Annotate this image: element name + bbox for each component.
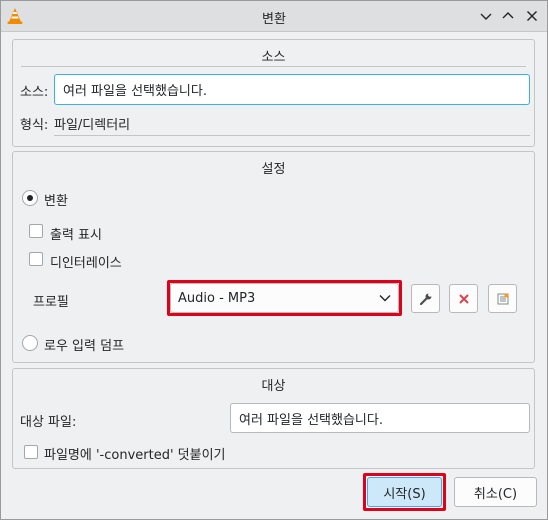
convert-label: 변환	[44, 194, 68, 209]
close-icon	[527, 11, 537, 21]
dest-file-label: 대상 파일:	[20, 415, 77, 430]
show-output-label: 출력 표시	[50, 228, 102, 243]
settings-group-title: 설정	[261, 162, 286, 177]
source-group-title: 소스	[261, 50, 286, 65]
divider	[21, 66, 526, 67]
source-input[interactable]: 여러 파일을 선택했습니다.	[54, 74, 530, 105]
cancel-button[interactable]: 취소(C)	[454, 477, 537, 507]
convert-dialog: 변환 소스 소스: 여러 파일을 선택했습니다. 형식: 파일/디렉터리 설정 …	[0, 0, 548, 520]
chevron-up-icon	[502, 12, 514, 19]
title-bar: 변환	[1, 1, 547, 32]
profile-select-value: Audio - MP3	[178, 290, 256, 306]
source-group: 소스 소스: 여러 파일을 선택했습니다. 형식: 파일/디렉터리	[12, 39, 535, 147]
deinterlace-checkbox[interactable]	[29, 252, 43, 266]
divider	[54, 135, 530, 136]
append-converted-checkbox[interactable]	[24, 445, 38, 459]
format-label: 형식:	[20, 118, 49, 133]
chevron-down-icon	[480, 13, 492, 20]
append-converted-label: 파일명에 '-converted' 덧붙이기	[44, 448, 226, 463]
window-title: 변환	[262, 12, 286, 27]
wrench-icon	[419, 293, 431, 305]
delete-profile-button[interactable]	[449, 284, 478, 313]
dump-raw-label: 로우 입력 덤프	[44, 339, 125, 354]
deinterlace-label: 디인터레이스	[50, 256, 122, 271]
close-button[interactable]	[522, 6, 542, 26]
chevron-down-icon	[379, 295, 391, 302]
format-value: 파일/디렉터리	[54, 118, 131, 133]
convert-radio[interactable]	[22, 190, 38, 206]
new-profile-icon	[497, 293, 508, 304]
delete-icon	[458, 293, 469, 304]
new-profile-button[interactable]	[488, 284, 517, 313]
settings-group: 설정 변환 출력 표시 디인터레이스 프로필 Audio - MP3 로우 입력…	[12, 151, 535, 363]
minimize-button[interactable]	[476, 6, 496, 26]
dump-raw-radio[interactable]	[22, 335, 38, 351]
edit-profile-button[interactable]	[411, 284, 440, 313]
show-output-checkbox[interactable]	[29, 224, 43, 238]
start-button[interactable]: 시작(S)	[367, 477, 442, 507]
maximize-button[interactable]	[498, 6, 518, 26]
destination-group: 대상 대상 파일: 여러 파일을 선택했습니다. 파일명에 '-converte…	[12, 368, 535, 469]
source-label: 소스:	[20, 85, 49, 100]
profile-label: 프로필	[33, 295, 69, 310]
dest-file-input[interactable]: 여러 파일을 선택했습니다.	[230, 403, 530, 433]
profile-select[interactable]: Audio - MP3	[170, 283, 399, 313]
destination-group-title: 대상	[261, 379, 286, 394]
